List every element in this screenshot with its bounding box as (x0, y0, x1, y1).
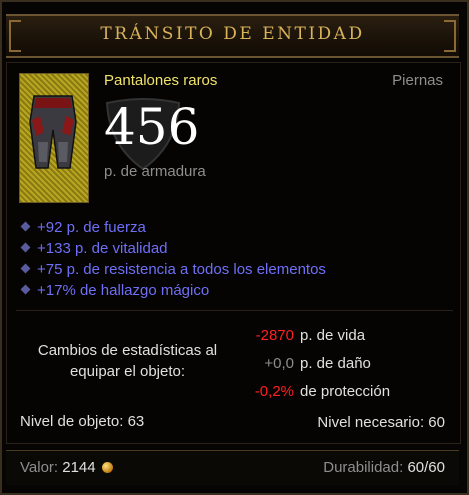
tooltip-footer: Valor: 2144 Durabilidad: 60/60 (6, 450, 459, 485)
item-level: Nivel de objeto: 63 (20, 413, 145, 430)
armor-value: 456 (104, 98, 200, 156)
property-line: +75 p. de resistencia a todos los elemen… (20, 259, 326, 280)
property-line: +92 p. de fuerza (20, 217, 326, 238)
stat-change-life: -2870 p. de vida (220, 322, 390, 350)
stat-change-protection: -0,2% de protección (220, 378, 390, 406)
property-text: +133 p. de vitalidad (37, 240, 168, 257)
property-text: +17% de hallazgo mágico (37, 282, 210, 299)
stat-change-label: p. de vida (300, 327, 366, 344)
durability-label: Durabilidad: (323, 459, 404, 476)
property-line: +133 p. de vitalidad (20, 238, 326, 259)
durability-value: 60/60 (407, 459, 445, 476)
property-text: +75 p. de resistencia a todos los elemen… (37, 261, 326, 278)
stat-change-value: -2870 (255, 327, 294, 344)
value-amount: 2144 (62, 459, 96, 476)
diamond-bullet-icon (20, 242, 31, 253)
header-ornament-right (444, 20, 456, 52)
item-properties: +92 p. de fuerza +133 p. de vitalidad +7… (20, 217, 326, 301)
diamond-bullet-icon (20, 221, 31, 232)
stat-change-label: p. de daño (300, 355, 371, 372)
stat-changes: -2870 p. de vida +0,0 p. de daño -0,2% de p… (220, 322, 390, 406)
value-label: Valor: (20, 459, 59, 476)
tooltip-header: TRÁNSITO DE ENTIDAD (6, 14, 459, 58)
property-line: +17% de hallazgo mágico (20, 280, 326, 301)
pants-icon (29, 95, 77, 169)
stat-change-damage: +0,0 p. de daño (220, 350, 390, 378)
stat-change-value: -0,2% (254, 383, 294, 400)
diamond-bullet-icon (20, 284, 31, 295)
item-durability: Durabilidad: 60/60 (323, 459, 445, 476)
stat-changes-title: Cambios de estadísticas al equipar el ob… (37, 342, 218, 380)
stat-change-value: +0,0 (264, 355, 294, 372)
item-value: Valor: 2144 (20, 459, 113, 476)
armor-label: p. de armadura (104, 163, 206, 180)
item-slot: Piernas (392, 72, 443, 89)
stat-change-label: de protección (300, 383, 391, 400)
item-set-title: TRÁNSITO DE ENTIDAD (100, 24, 365, 44)
gold-coin-icon (101, 462, 113, 473)
property-text: +92 p. de fuerza (37, 219, 146, 236)
required-level: Nivel necesario: 60 (317, 414, 445, 431)
divider (16, 310, 453, 311)
item-name: Pantalones raros (104, 72, 218, 89)
item-portrait (19, 73, 89, 203)
diamond-bullet-icon (20, 263, 31, 274)
